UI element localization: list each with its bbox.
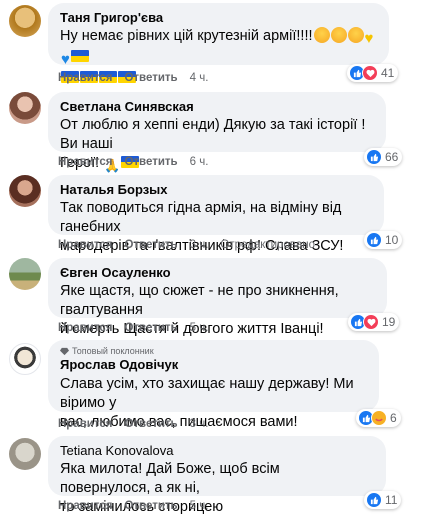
kiss-emoji-icon — [347, 27, 364, 43]
reaction-summary[interactable]: 66 — [364, 148, 403, 166]
like-reaction-icon — [366, 232, 382, 248]
comment-author[interactable]: Євген Осауленко — [60, 265, 375, 281]
comment-author[interactable]: Светлана Синявская — [60, 99, 374, 115]
timestamp[interactable]: 5 ч. — [190, 322, 209, 334]
reply-link[interactable]: Ответить — [124, 500, 177, 512]
reaction-summary[interactable]: 41 — [347, 64, 399, 82]
comment-actions: Нравится Ответить 3 ч. — [58, 418, 220, 430]
comment-actions: Нравится Ответить 5 ч. — [58, 322, 220, 334]
diamond-icon — [60, 347, 69, 355]
edited-label[interactable]: Отредактировано — [220, 239, 315, 251]
comment-bubble: Євген Осауленко Яке щастя, що сюжет - не… — [48, 258, 387, 337]
love-reaction-icon — [363, 314, 379, 330]
like-link[interactable]: Нравится — [58, 500, 112, 512]
timestamp[interactable]: 5 ч. — [190, 500, 209, 512]
reply-link[interactable]: Ответить — [124, 72, 177, 84]
avatar[interactable] — [9, 343, 41, 375]
like-link[interactable]: Нравится — [58, 418, 112, 430]
reaction-summary[interactable]: 19 — [348, 313, 400, 331]
avatar[interactable] — [9, 92, 41, 124]
reaction-count: 19 — [382, 315, 396, 329]
kiss-emoji-icon — [330, 27, 347, 43]
kiss-emoji-icon — [313, 27, 330, 43]
comment-author[interactable]: Наталья Борзых — [60, 182, 372, 198]
reaction-count: 10 — [385, 233, 399, 247]
reply-link[interactable]: Ответить — [124, 239, 177, 251]
like-link[interactable]: Нравится — [58, 239, 112, 251]
like-link[interactable]: Нравится — [58, 156, 112, 168]
timestamp[interactable]: 6 ч. — [190, 156, 209, 168]
comment-bubble: Таня Григор'єва Ну немає рівних цій крут… — [48, 3, 389, 83]
comment-actions: Нравится Ответить 6 ч. — [58, 156, 220, 168]
reaction-count: 41 — [381, 66, 395, 80]
like-reaction-icon — [366, 149, 382, 165]
like-link[interactable]: Нравится — [58, 322, 112, 334]
comment-actions: Нравится Ответить 5 ч. — [58, 500, 220, 512]
yellow-heart-icon: ♥ — [364, 30, 374, 47]
love-reaction-icon — [362, 65, 378, 81]
comment-bubble: Tetiana Konovalova Яка милота! Дай Боже,… — [48, 436, 386, 515]
timestamp[interactable]: 3 ч. — [190, 418, 209, 430]
comment-text-line: Яка милота! Дай Боже, щоб всім повернуло… — [60, 461, 280, 496]
reply-link[interactable]: Ответить — [124, 418, 177, 430]
comment-bubble: Топовый поклонник Ярослав Одовічук Слава… — [48, 340, 379, 430]
reply-link[interactable]: Ответить — [124, 322, 177, 334]
like-link[interactable]: Нравится — [58, 72, 112, 84]
reaction-count: 11 — [385, 493, 398, 507]
like-reaction-icon — [366, 492, 382, 508]
comment-author[interactable]: Ярослав Одовічук — [60, 357, 367, 373]
comment-text-line: Слава усім, хто захищає нашу державу! Ми… — [60, 376, 354, 411]
reply-link[interactable]: Ответить — [124, 156, 177, 168]
badge-label: Топовый поклонник — [72, 346, 154, 356]
comment-actions: Нравится Ответить 3 ч. Отредактировано — [58, 239, 327, 251]
reaction-count: 66 — [385, 150, 399, 164]
reaction-summary[interactable]: 11 — [364, 491, 402, 509]
reaction-summary[interactable]: 6 — [356, 409, 401, 427]
avatar[interactable] — [9, 5, 41, 37]
comment-author[interactable]: Tetiana Konovalova — [60, 443, 374, 459]
comment-bubble: Светлана Синявская От люблю я хеппі енди… — [48, 92, 386, 173]
avatar[interactable] — [9, 175, 41, 207]
timestamp[interactable]: 4 ч. — [190, 72, 209, 84]
comment-actions: Нравится Ответить 4 ч. — [58, 72, 220, 84]
comment-text-line: Так поводиться гідна армія, на відміну в… — [60, 200, 342, 235]
avatar[interactable] — [9, 438, 41, 470]
reaction-summary[interactable]: 10 — [364, 231, 403, 249]
comment-bubble: Наталья Борзых Так поводиться гідна армі… — [48, 175, 384, 254]
comment-text-line: Ну немає рівних цій крутезній армії!!!! — [60, 28, 313, 44]
ukraine-flag-icon — [70, 50, 89, 62]
care-reaction-icon — [371, 410, 387, 426]
blue-heart-icon: ♥ — [61, 51, 70, 68]
reaction-count: 6 — [390, 411, 397, 425]
avatar[interactable] — [9, 258, 41, 290]
comment-author[interactable]: Таня Григор'єва — [60, 10, 377, 26]
top-fan-badge[interactable]: Топовый поклонник — [60, 345, 367, 357]
comment-text-line: Яке щастя, що сюжет - не про зникнення, … — [60, 283, 339, 318]
timestamp[interactable]: 3 ч. — [190, 239, 209, 251]
comment-text-line: От люблю я хеппі енди) Дякую за такі іст… — [60, 117, 366, 152]
